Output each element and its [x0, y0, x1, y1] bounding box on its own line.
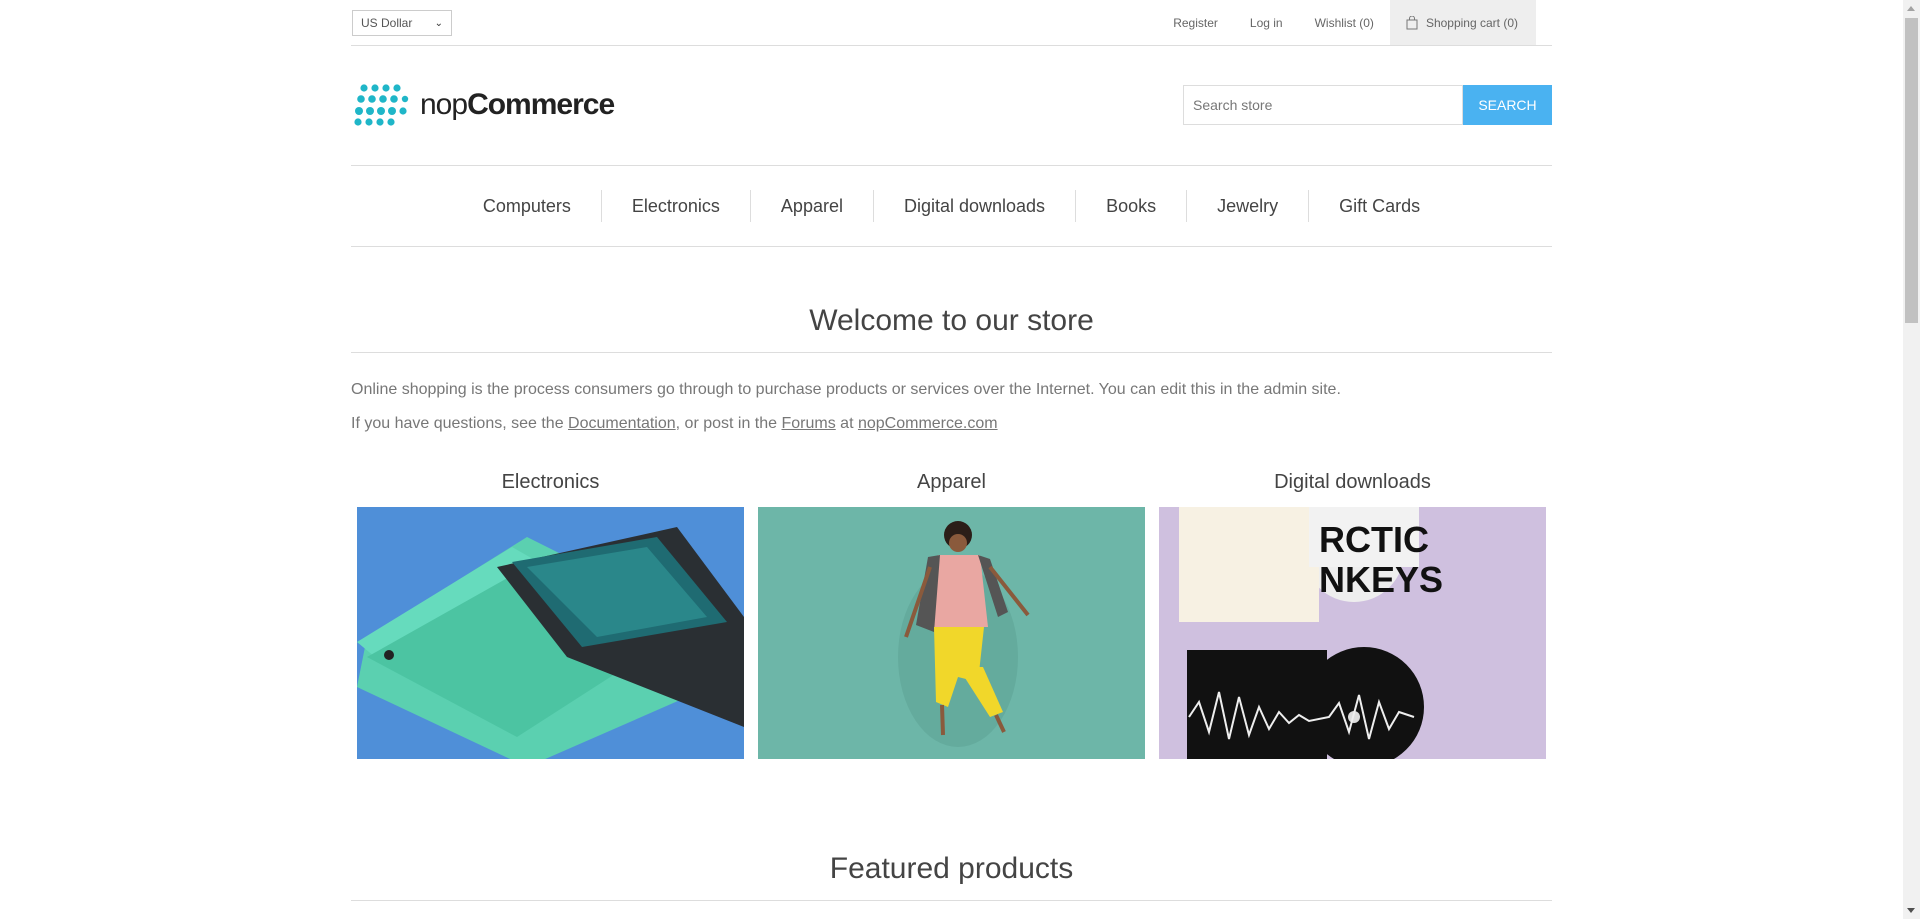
- menu-item-electronics[interactable]: Electronics: [600, 190, 750, 222]
- category-image-electronics[interactable]: [357, 507, 744, 759]
- featured-products-title: Featured products: [351, 852, 1552, 901]
- svg-text:NKEYS: NKEYS: [1319, 559, 1443, 600]
- search-button[interactable]: SEARCH: [1463, 85, 1552, 125]
- header-links: Register Log in Wishlist (0) Shopping ca…: [1157, 0, 1552, 45]
- shopping-cart-label: Shopping cart (0): [1425, 15, 1518, 30]
- category-image-digital-downloads[interactable]: RCTIC NKEYS: [1159, 507, 1546, 759]
- logo-dots-icon: [354, 84, 409, 126]
- scroll-down-arrow-icon[interactable]: [1907, 908, 1915, 913]
- category-title[interactable]: Digital downloads: [1159, 467, 1546, 507]
- header-main: nopCommerce Search store SEARCH: [351, 46, 1552, 166]
- category-item-apparel[interactable]: Apparel: [758, 467, 1145, 759]
- menu-item-gift-cards[interactable]: Gift Cards: [1308, 190, 1450, 222]
- scroll-thumb[interactable]: [1905, 18, 1918, 323]
- page-scrollbar[interactable]: [1903, 0, 1920, 919]
- register-link[interactable]: Register: [1173, 16, 1218, 30]
- welcome-text: Online shopping is the process consumers…: [351, 373, 1552, 441]
- page-container: US Dollar ⌄ Register Log in Wishlist (0)…: [351, 0, 1552, 901]
- forums-link[interactable]: Forums: [782, 415, 836, 432]
- category-item-electronics[interactable]: Electronics: [357, 467, 744, 759]
- welcome-line-2: If you have questions, see the Documenta…: [351, 415, 998, 432]
- svg-text:RCTIC: RCTIC: [1319, 519, 1429, 560]
- chevron-down-icon: ⌄: [434, 17, 443, 29]
- category-title[interactable]: Electronics: [357, 467, 744, 507]
- search-box: Search store SEARCH: [1183, 85, 1552, 125]
- store-logo[interactable]: nopCommerce: [354, 84, 615, 126]
- menu-item-computers[interactable]: Computers: [453, 190, 601, 222]
- wishlist-link[interactable]: Wishlist (0): [1315, 16, 1374, 30]
- welcome-line-1: Online shopping is the process consumers…: [351, 381, 1341, 398]
- shopping-cart-link[interactable]: Shopping cart (0): [1389, 0, 1536, 45]
- category-image-apparel[interactable]: [758, 507, 1145, 759]
- category-item-digital-downloads[interactable]: Digital downloads RCTIC NKEYS: [1159, 467, 1546, 759]
- menu-item-digital-downloads[interactable]: Digital downloads: [872, 190, 1075, 222]
- category-title[interactable]: Apparel: [758, 467, 1145, 507]
- shopping-bag-icon: [1406, 15, 1418, 30]
- currency-value: US Dollar: [361, 16, 413, 30]
- login-link[interactable]: Log in: [1250, 16, 1283, 30]
- welcome-title: Welcome to our store: [351, 304, 1552, 353]
- header-top-bar: US Dollar ⌄ Register Log in Wishlist (0)…: [351, 0, 1552, 46]
- menu-item-apparel[interactable]: Apparel: [749, 190, 873, 222]
- search-input[interactable]: Search store: [1183, 85, 1463, 125]
- menu-item-jewelry[interactable]: Jewelry: [1186, 190, 1308, 222]
- top-menu: Computers Electronics Apparel Digital do…: [351, 166, 1552, 247]
- currency-select[interactable]: US Dollar ⌄: [352, 10, 452, 36]
- documentation-link[interactable]: Documentation: [568, 415, 676, 432]
- home-category-grid: Electronics Apparel Digital downloads RC…: [351, 467, 1552, 759]
- nopcommerce-site-link[interactable]: nopCommerce.com: [858, 415, 998, 432]
- logo-text: nopCommerce: [420, 88, 615, 121]
- menu-item-books[interactable]: Books: [1075, 190, 1186, 222]
- scroll-up-arrow-icon[interactable]: [1907, 6, 1915, 11]
